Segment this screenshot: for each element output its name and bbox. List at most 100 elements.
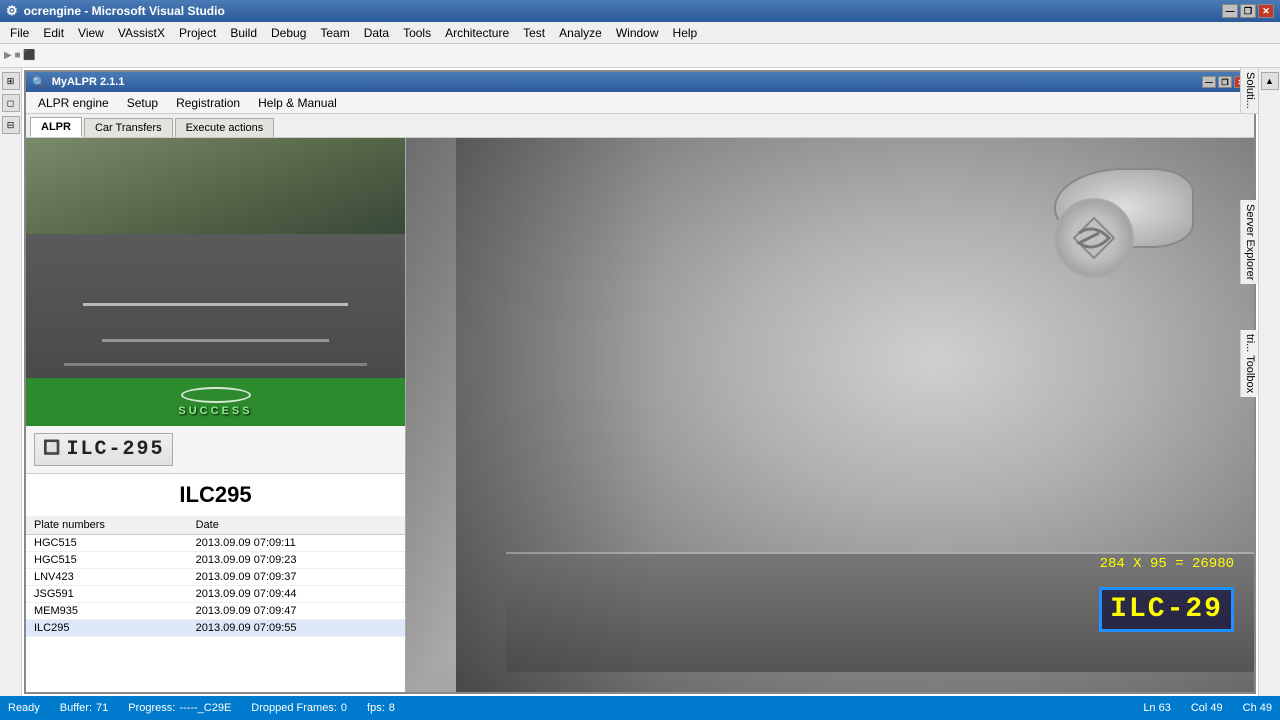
plate-number-display: ILC295 — [26, 474, 405, 516]
menu-item-analyze[interactable]: Analyze — [553, 24, 608, 42]
table-row[interactable]: HGC5152013.09.09 07:09:11 — [26, 535, 405, 552]
sidebar-icon-3[interactable]: ⊟ — [2, 116, 20, 134]
ready-text: Ready — [8, 702, 40, 714]
menu-item-team[interactable]: Team — [314, 24, 355, 42]
ch-status: Ch 49 — [1243, 702, 1272, 714]
menu-item-window[interactable]: Window — [610, 24, 665, 42]
menu-item-test[interactable]: Test — [517, 24, 551, 42]
app-menu-bar: ALPR engine Setup Registration Help & Ma… — [26, 92, 1254, 114]
app-menu-registration[interactable]: Registration — [168, 94, 248, 112]
table-row[interactable]: ILC2952013.09.09 07:09:55 — [26, 620, 405, 637]
close-button[interactable]: ✕ — [1258, 4, 1274, 18]
menu-item-project[interactable]: Project — [173, 24, 222, 42]
menu-item-architecture[interactable]: Architecture — [439, 24, 515, 42]
app-menu-help[interactable]: Help & Manual — [250, 94, 345, 112]
menu-item-help[interactable]: Help — [667, 24, 704, 42]
inner-window: 🔍 MyALPR 2.1.1 — ❐ ✕ ALPR engine Setup R… — [24, 70, 1256, 694]
road-line-2 — [102, 339, 329, 342]
progress-label: Progress: — [128, 702, 175, 714]
tab-execute-actions[interactable]: Execute actions — [175, 118, 275, 137]
road-surface — [26, 234, 405, 378]
col-header-plate: Plate numbers — [26, 516, 188, 535]
vs-menu-bar: File Edit View VAssistX Project Build De… — [0, 22, 1280, 44]
inner-restore-button[interactable]: ❐ — [1218, 76, 1232, 88]
ln-status: Ln 63 — [1143, 702, 1171, 714]
minimize-button[interactable]: — — [1222, 4, 1238, 18]
vs-toolbar: ▶ ■ ⬛ — [0, 44, 1280, 68]
restore-button[interactable]: ❐ — [1240, 4, 1256, 18]
status-fps: fps: 8 — [367, 702, 395, 714]
col-status: Col 49 — [1191, 702, 1223, 714]
app-menu-setup[interactable]: Setup — [119, 94, 166, 112]
success-banner: SUCCESS — [26, 378, 405, 426]
menu-item-view[interactable]: View — [72, 24, 110, 42]
menu-item-tools[interactable]: Tools — [397, 24, 437, 42]
table-row[interactable]: MEM9352013.09.09 07:09:47 — [26, 603, 405, 620]
menu-item-edit[interactable]: Edit — [37, 24, 70, 42]
plate-cell: ILC295 — [26, 620, 188, 637]
menu-item-file[interactable]: File — [4, 24, 35, 42]
inner-app-icon: 🔍 — [32, 76, 46, 89]
solution-explorer-label[interactable]: Soluti... — [1240, 68, 1258, 114]
road-line-3 — [64, 363, 367, 366]
date-cell: 2013.09.09 07:09:37 — [188, 569, 405, 586]
menu-item-debug[interactable]: Debug — [265, 24, 312, 42]
success-text: SUCCESS — [178, 405, 252, 417]
toolbar-placeholder: ▶ ■ ⬛ — [4, 50, 36, 61]
plate-dimensions: 284 X 95 = 26980 — [1100, 556, 1234, 572]
menu-item-vassistx[interactable]: VAssistX — [112, 24, 171, 42]
main-area: 🔍 MyALPR 2.1.1 — ❐ ✕ ALPR engine Setup R… — [22, 68, 1258, 696]
right-sidebar-icon[interactable]: ▲ — [1261, 72, 1279, 90]
content-area: SUCCESS 🔲ILC-295 ILC295 Plate number — [26, 138, 1254, 692]
road-background — [26, 138, 405, 378]
fps-label: fps: — [367, 702, 385, 714]
buffer-label: Buffer: — [60, 702, 92, 714]
plate-history-table: Plate numbers Date HGC5152013.09.09 07:0… — [26, 516, 405, 637]
tab-bar: ALPR Car Transfers Execute actions — [26, 114, 1254, 138]
date-cell: 2013.09.09 07:09:44 — [188, 586, 405, 603]
road-line-1 — [83, 303, 348, 306]
date-cell: 2013.09.09 07:09:11 — [188, 535, 405, 552]
date-cell: 2013.09.09 07:09:55 — [188, 620, 405, 637]
camera-view — [26, 138, 405, 378]
title-bar-controls: — ❐ ✕ — [1222, 4, 1274, 18]
inner-minimize-button[interactable]: — — [1202, 76, 1216, 88]
status-dropped: Dropped Frames: 0 — [251, 702, 347, 714]
status-buffer: Buffer: 71 — [60, 702, 108, 714]
menu-item-data[interactable]: Data — [358, 24, 395, 42]
window-title: ocrengine - Microsoft Visual Studio — [24, 4, 225, 18]
plate-overlay: ILC-29 — [1099, 587, 1234, 632]
left-panel: SUCCESS 🔲ILC-295 ILC295 Plate number — [26, 138, 406, 692]
table-row[interactable]: LNV4232013.09.09 07:09:37 — [26, 569, 405, 586]
plate-cell: LNV423 — [26, 569, 188, 586]
plate-table: Plate numbers Date HGC5152013.09.09 07:0… — [26, 516, 405, 692]
title-bar: ⚙ ocrengine - Microsoft Visual Studio — … — [0, 0, 1280, 22]
progress-value: -----_C29E — [179, 702, 231, 714]
inner-title-bar: 🔍 MyALPR 2.1.1 — ❐ ✕ — [26, 72, 1254, 92]
col-header-date: Date — [188, 516, 405, 535]
menu-item-build[interactable]: Build — [224, 24, 263, 42]
date-cell: 2013.09.09 07:09:47 — [188, 603, 405, 620]
sidebar-icon-2[interactable]: ◻ — [2, 94, 20, 112]
status-bar: Ready Buffer: 71 Progress: -----_C29E Dr… — [0, 696, 1280, 720]
status-progress: Progress: -----_C29E — [128, 702, 231, 714]
fps-value: 8 — [389, 702, 395, 714]
buffer-value: 71 — [96, 702, 108, 714]
app-icon: ⚙ — [6, 3, 18, 19]
plate-cell: HGC515 — [26, 535, 188, 552]
app-menu-alpr-engine[interactable]: ALPR engine — [30, 94, 117, 112]
table-row[interactable]: HGC5152013.09.09 07:09:23 — [26, 552, 405, 569]
table-row[interactable]: JSG5912013.09.09 07:09:44 — [26, 586, 405, 603]
tab-alpr[interactable]: ALPR — [30, 117, 82, 137]
tab-car-transfers[interactable]: Car Transfers — [84, 118, 173, 137]
right-panel: ILC-29 284 X 95 = 26980 — [406, 138, 1254, 692]
sidebar-icon-1[interactable]: ⊞ — [2, 72, 20, 90]
plate-image-area: 🔲ILC-295 — [26, 426, 405, 474]
plate-cell: HGC515 — [26, 552, 188, 569]
dropped-value: 0 — [341, 702, 347, 714]
server-explorer-label[interactable]: Server Explorer — [1240, 200, 1258, 284]
plate-image: 🔲ILC-295 — [34, 433, 173, 466]
inner-window-title: 🔍 MyALPR 2.1.1 — [32, 76, 124, 89]
date-cell: 2013.09.09 07:09:23 — [188, 552, 405, 569]
toolbox-label[interactable]: tri... Toolbox — [1240, 330, 1258, 397]
